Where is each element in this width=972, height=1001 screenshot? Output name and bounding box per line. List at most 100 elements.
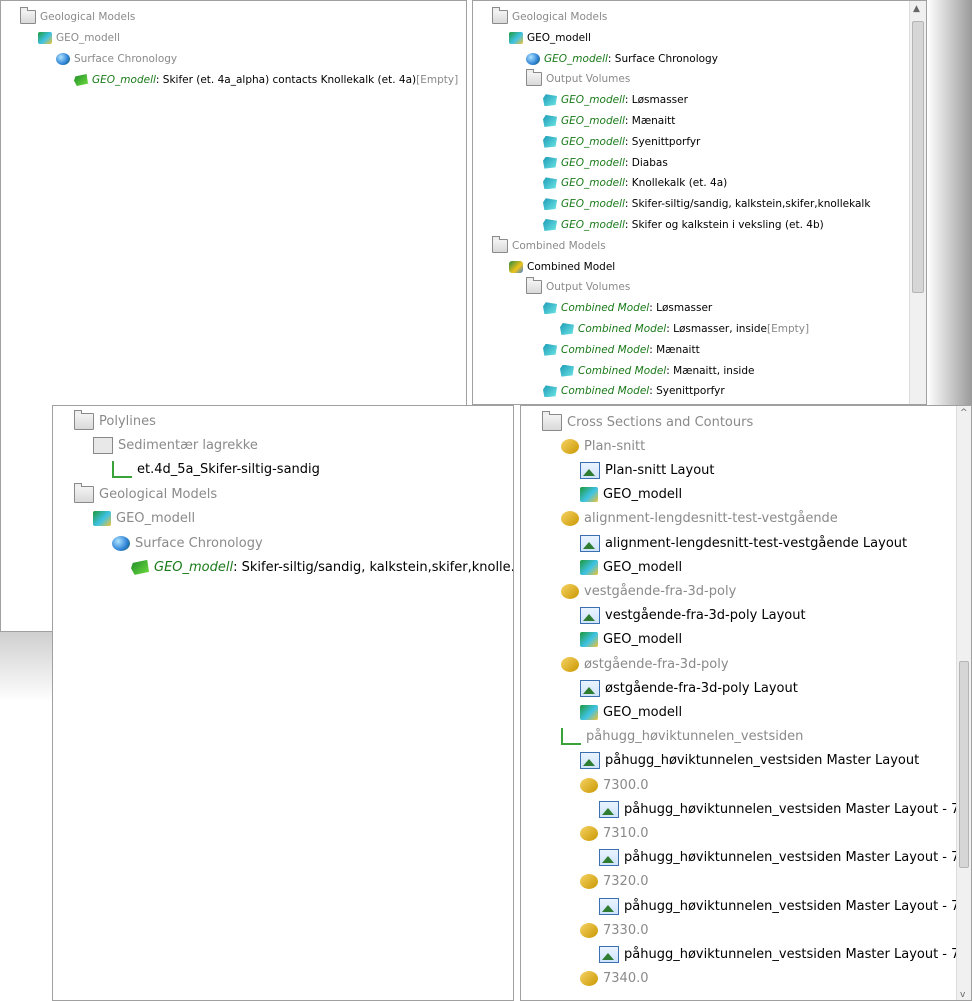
cross-section-icon [561, 656, 579, 672]
tree-row[interactable]: vestgående-fra-3d-poly [546, 579, 736, 603]
folder-icon [542, 410, 562, 431]
tree-row[interactable]: GEO_modell: Surface Chronology [513, 49, 718, 69]
tree-row[interactable]: GEO_modell [25, 28, 120, 48]
tree-row[interactable]: Cross Sections and Contours [527, 410, 753, 434]
tree-row[interactable]: Polylines [59, 409, 156, 433]
empty-tag: [Empty] [766, 323, 810, 335]
background-gradient [927, 0, 972, 405]
tree-row[interactable]: GEO_modell [565, 628, 682, 652]
tree-row[interactable]: Combined Models [479, 235, 606, 256]
scrollbar-thumb[interactable] [959, 661, 969, 868]
folder-icon [492, 235, 508, 253]
tree-row[interactable]: Combined Model: Mænaitt, inside [547, 361, 754, 381]
tree-item-label: et.4d_5a_Skifer-siltig-sandig [137, 462, 320, 478]
tree-row[interactable]: påhugg_høviktunnelen_vestsiden Master La… [584, 846, 971, 870]
tree-item-label: : Syenittporfyr [624, 135, 701, 148]
tree-row[interactable]: påhugg_høviktunnelen_vestsiden Master La… [584, 894, 971, 918]
tree-row[interactable]: Geological Models [7, 7, 135, 27]
tree-item-label: GEO_modell [603, 704, 683, 720]
layout-icon [580, 607, 600, 625]
tree-item-label: østgående-fra-3d-poly [584, 656, 729, 672]
tree-row[interactable]: GEO_modell [496, 28, 591, 48]
cross-section-icon [580, 777, 598, 793]
tree-row[interactable]: 7340.0 [565, 967, 649, 991]
tree-item-label: : Løsmasser, inside [666, 323, 767, 335]
tree-row[interactable]: GEO_modell: Knollekalk (et. 4a) [530, 173, 727, 193]
tree-panel-geological-combined[interactable]: Geological Models GEO_modell GEO_modell: S… [472, 0, 927, 405]
tree-row[interactable]: påhugg_høviktunnelen_vestsiden Master La… [584, 797, 971, 821]
scroll-up-icon[interactable]: ▲ [913, 4, 920, 14]
tree-row[interactable]: vestgående-fra-3d-poly Layout [565, 604, 806, 628]
tree-row[interactable]: påhugg_høviktunnelen_vestsiden Master La… [565, 749, 919, 773]
tree-item-label: : Diabas [624, 156, 668, 169]
tree-row[interactable]: GEO_modell: Syenittporfyr [530, 132, 700, 152]
vertical-scrollbar[interactable]: ^ v [956, 406, 971, 1000]
model-prefix: GEO_modell [92, 74, 156, 86]
tree-item-label: : Syenittporfyr [649, 385, 725, 398]
model-prefix: GEO_modell [154, 559, 234, 575]
model-prefix: GEO_modell [544, 52, 608, 65]
tree-row[interactable]: GEO_modell: Diabas [530, 153, 668, 173]
volume-icon [543, 115, 557, 127]
tree-item-label: : Mænaitt [649, 343, 700, 356]
tree-row[interactable]: alignment-lengdesnitt-test-vestgående La… [565, 531, 907, 555]
tree-row[interactable]: GEO_modell: Skifer-siltig/sandig, kalkst… [116, 555, 513, 579]
tree-row[interactable]: Output Volumes [513, 277, 630, 297]
tree-row[interactable]: Geological Models [479, 7, 607, 27]
folder-icon [20, 7, 36, 24]
vertical-scrollbar[interactable]: ▲ [909, 1, 926, 404]
tree-row[interactable]: 7320.0 [565, 870, 649, 894]
tree-row[interactable]: Combined Model: Løsmasser [530, 298, 712, 318]
tree-row[interactable]: Surface Chronology [97, 531, 263, 555]
tree-row[interactable]: Output Volumes [513, 69, 630, 89]
tree-row[interactable]: Sedimentær lagrekke [78, 433, 258, 457]
tree-row[interactable]: 7330.0 [565, 918, 649, 942]
tree-item-label: påhugg_høviktunnelen_vestsiden Master La… [624, 946, 972, 962]
surface-icon [74, 74, 88, 86]
folder-icon [74, 482, 94, 503]
scroll-down-icon[interactable]: v [960, 990, 965, 1000]
tree-item-label: Combined Model [527, 260, 616, 273]
tree-row[interactable]: 7300.0 [565, 773, 649, 797]
tree-row[interactable]: GEO_modell: Skifer-siltig/sandig, kalkst… [530, 194, 870, 214]
tree-row[interactable]: GEO_modell: Mænaitt [530, 111, 675, 131]
tree-row[interactable]: GEO_modell: Skifer og kalkstein i veksli… [530, 215, 824, 235]
tree-item-label: : Surface Chronology [607, 52, 718, 65]
tree-row[interactable]: et.4d_5a_Skifer-siltig-sandig [97, 458, 320, 482]
layout-icon [599, 945, 619, 963]
scroll-up-icon[interactable]: ^ [960, 408, 968, 418]
cross-section-icon [561, 583, 579, 599]
tree-panel-polylines[interactable]: Polylines Sedimentær lagrekke et.4d_5a_Ski… [52, 405, 514, 1001]
tree-row[interactable]: Combined Model [496, 257, 615, 277]
tree-row[interactable]: alignment-lengdesnitt-test-vestgående [546, 507, 838, 531]
cross-section-icon [561, 438, 579, 454]
tree-row[interactable]: GEO_modell [78, 507, 195, 531]
tree-row[interactable]: østgående-fra-3d-poly [546, 652, 729, 676]
tree-row[interactable]: GEO_modell: Skifer (et. 4a_alpha) contac… [61, 70, 458, 90]
cross-section-icon [580, 922, 598, 938]
tree-row[interactable]: påhugg_høviktunnelen_vestsiden [546, 725, 803, 749]
scrollbar-thumb[interactable] [912, 21, 924, 293]
tree-row[interactable]: østgående-fra-3d-poly Layout [565, 676, 798, 700]
tree-row[interactable]: GEO_modell [565, 483, 682, 507]
tree-row[interactable]: Plan-snitt [546, 434, 645, 458]
tree-row[interactable]: GEO_modell [565, 700, 682, 724]
model-prefix: GEO_modell [561, 115, 625, 127]
tree-row[interactable]: Surface Chronology [43, 49, 177, 69]
tree-row[interactable]: påhugg_høviktunnelen_vestsiden Master La… [584, 942, 972, 966]
surface-chronology-icon [526, 52, 540, 65]
tree-row[interactable]: Combined Model: Løsmasser, inside [Empty… [547, 319, 809, 339]
tree-item-label: Output Volumes [546, 73, 631, 86]
model-prefix: GEO_modell [561, 135, 625, 148]
tree-panel-cross-sections[interactable]: Cross Sections and Contours Plan-snitt Pla… [520, 405, 972, 1001]
tree-row[interactable]: Combined Model: Syenittporfyr [530, 381, 725, 401]
tree-row[interactable]: 7310.0 [565, 821, 649, 845]
tree-row[interactable]: GEO_modell [565, 555, 682, 579]
tree-item-label: Polylines [99, 413, 156, 429]
tree-row[interactable]: GEO_modell: Løsmasser [530, 90, 688, 110]
cross-section-icon [561, 511, 579, 527]
tree-row[interactable]: Plan-snitt Layout [565, 458, 715, 482]
tree-row[interactable]: Combined Model: Mænaitt [530, 340, 700, 360]
tree-row[interactable]: Geological Models [59, 482, 217, 506]
layout-icon [580, 534, 600, 552]
